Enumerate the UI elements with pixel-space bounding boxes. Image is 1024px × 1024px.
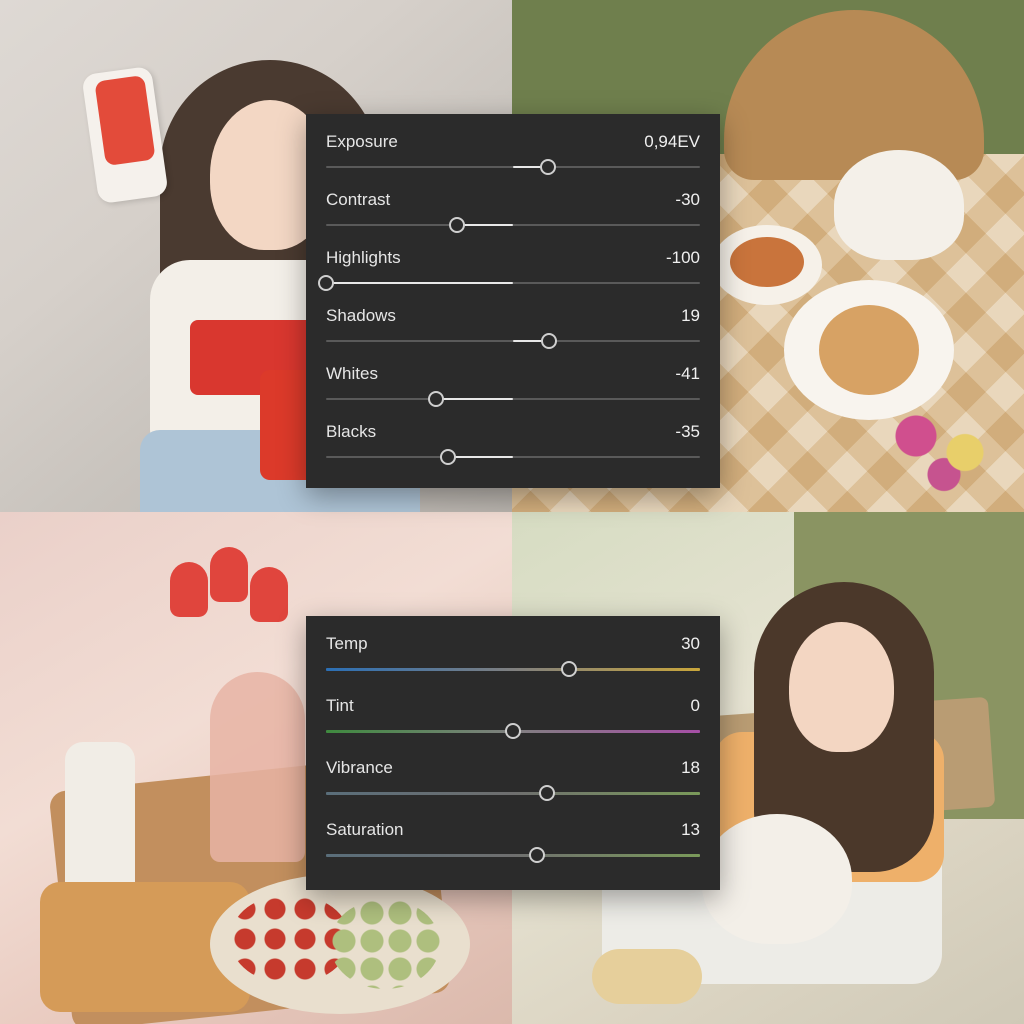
slider-value: -41	[675, 364, 700, 384]
slider-label: Tint	[326, 696, 354, 716]
slider-thumb[interactable]	[440, 449, 456, 465]
slider-track[interactable]	[326, 218, 700, 232]
slider-value: -30	[675, 190, 700, 210]
slider-label: Highlights	[326, 248, 401, 268]
whites-slider[interactable]: Whites -41	[326, 364, 700, 406]
slider-value: 19	[681, 306, 700, 326]
light-adjustments-panel: Exposure 0,94EV Contrast -30 Highlights -100 S…	[306, 114, 720, 488]
slider-track[interactable]	[326, 786, 700, 800]
slider-label: Whites	[326, 364, 378, 384]
slider-label: Exposure	[326, 132, 398, 152]
slider-thumb[interactable]	[540, 159, 556, 175]
slider-value: -35	[675, 422, 700, 442]
slider-label: Temp	[326, 634, 368, 654]
exposure-slider[interactable]: Exposure 0,94EV	[326, 132, 700, 174]
slider-value: 13	[681, 820, 700, 840]
slider-value: -100	[666, 248, 700, 268]
slider-track[interactable]	[326, 450, 700, 464]
slider-thumb[interactable]	[539, 785, 555, 801]
slider-value: 30	[681, 634, 700, 654]
slider-thumb[interactable]	[541, 333, 557, 349]
color-adjustments-panel: Temp 30 Tint 0 Vibrance 18 Saturation 13	[306, 616, 720, 890]
slider-track[interactable]	[326, 392, 700, 406]
vibrance-slider[interactable]: Vibrance 18	[326, 758, 700, 800]
slider-thumb[interactable]	[449, 217, 465, 233]
slider-thumb[interactable]	[318, 275, 334, 291]
saturation-slider[interactable]: Saturation 13	[326, 820, 700, 862]
contrast-slider[interactable]: Contrast -30	[326, 190, 700, 232]
slider-label: Shadows	[326, 306, 396, 326]
slider-track[interactable]	[326, 662, 700, 676]
slider-track[interactable]	[326, 160, 700, 174]
slider-track[interactable]	[326, 276, 700, 290]
slider-value: 0	[691, 696, 700, 716]
slider-label: Vibrance	[326, 758, 393, 778]
slider-label: Saturation	[326, 820, 404, 840]
slider-track[interactable]	[326, 848, 700, 862]
tint-slider[interactable]: Tint 0	[326, 696, 700, 738]
slider-thumb[interactable]	[561, 661, 577, 677]
slider-thumb[interactable]	[529, 847, 545, 863]
slider-value: 0,94EV	[644, 132, 700, 152]
temp-slider[interactable]: Temp 30	[326, 634, 700, 676]
slider-label: Contrast	[326, 190, 390, 210]
slider-label: Blacks	[326, 422, 376, 442]
blacks-slider[interactable]: Blacks -35	[326, 422, 700, 464]
shadows-slider[interactable]: Shadows 19	[326, 306, 700, 348]
slider-thumb[interactable]	[505, 723, 521, 739]
slider-value: 18	[681, 758, 700, 778]
slider-track[interactable]	[326, 334, 700, 348]
slider-thumb[interactable]	[428, 391, 444, 407]
highlights-slider[interactable]: Highlights -100	[326, 248, 700, 290]
slider-track[interactable]	[326, 724, 700, 738]
